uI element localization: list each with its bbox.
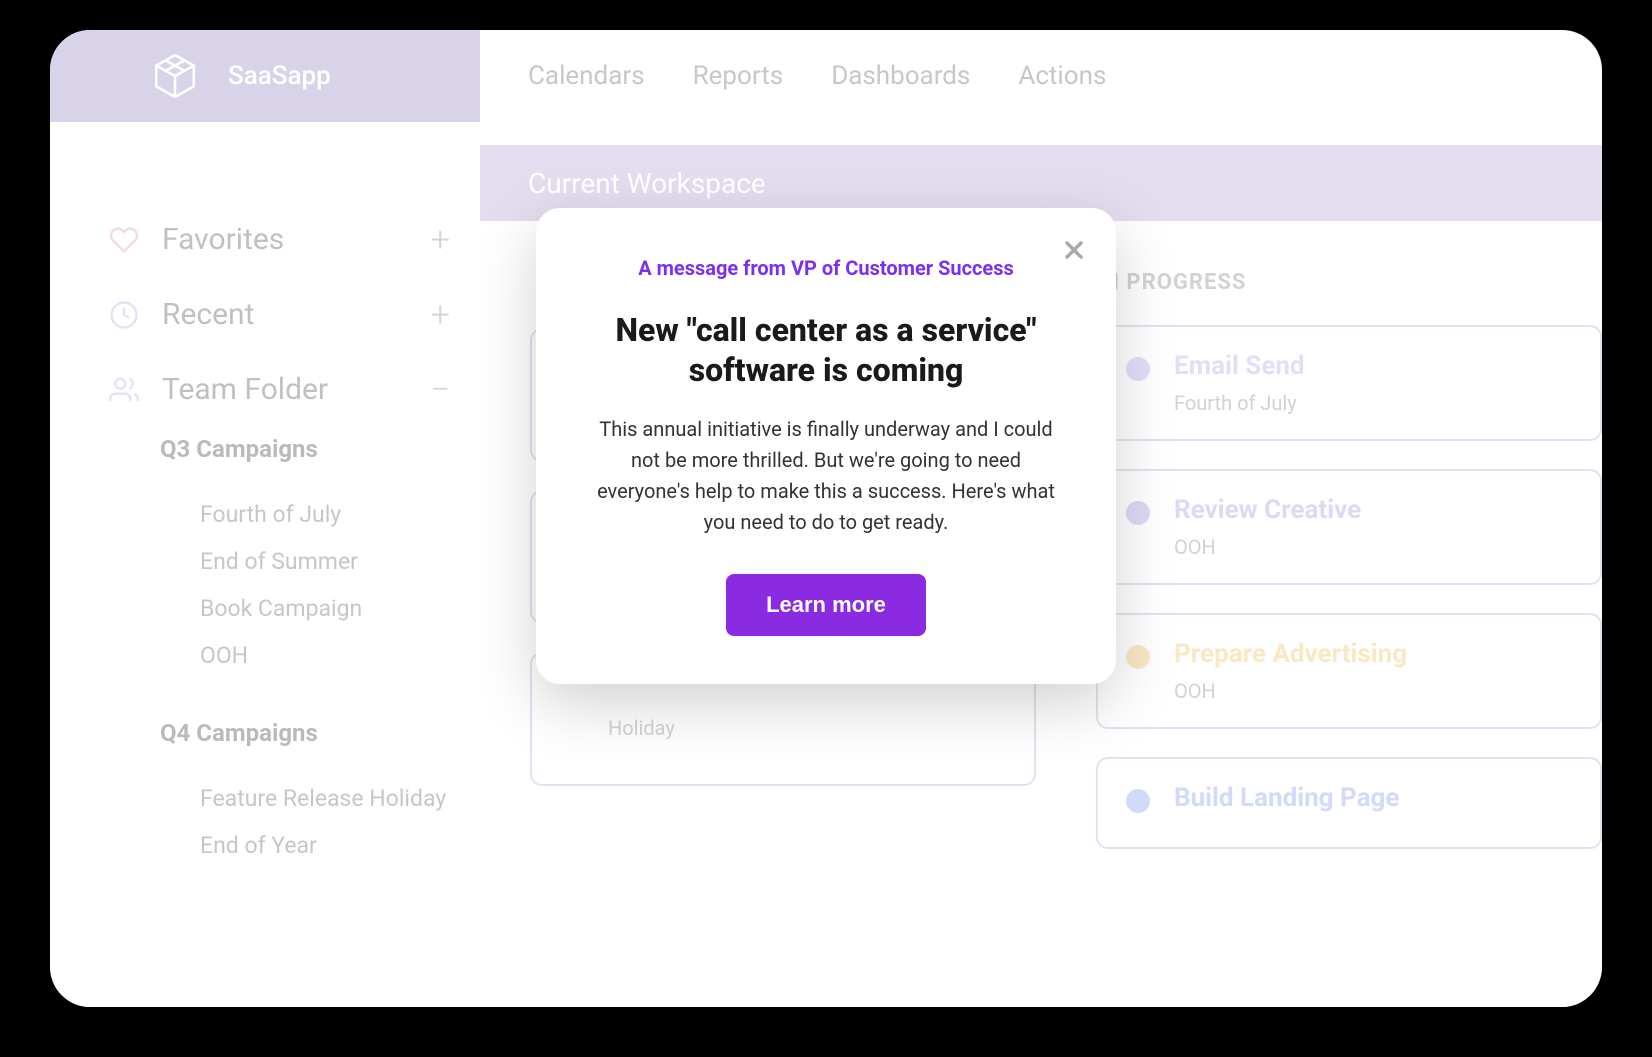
- sidebar-recent[interactable]: Recent +: [108, 297, 450, 332]
- board-card-email-send[interactable]: Email Send Fourth of July: [1096, 325, 1602, 441]
- status-dot-icon: [1126, 501, 1150, 525]
- users-icon: [108, 374, 140, 406]
- sidebar-favorites[interactable]: Favorites +: [108, 222, 450, 257]
- team-collapse-button[interactable]: −: [431, 373, 450, 407]
- card-title: Review Creative: [1174, 495, 1572, 525]
- status-dot-icon: [1126, 789, 1150, 813]
- modal-title: New "call center as a service" software …: [592, 310, 1060, 390]
- app-frame: SaaSapp Calendars Reports Dashboards Act…: [50, 30, 1602, 1007]
- column-in-progress-header: IN PROGRESS: [1096, 270, 1602, 295]
- card-title: Build Landing Page: [1174, 783, 1572, 813]
- status-dot-icon: [1126, 645, 1150, 669]
- sidebar: Favorites + Recent +: [50, 122, 480, 1007]
- cube-logo-icon: [150, 51, 200, 101]
- nav-dashboards[interactable]: Dashboards: [831, 61, 970, 91]
- card-subtitle: OOH: [1174, 535, 1572, 559]
- q4-header[interactable]: Q4 Campaigns: [160, 719, 450, 747]
- card-subtitle: Holiday: [608, 716, 1006, 740]
- team-folder-label: Team Folder: [162, 372, 328, 407]
- card-title: Prepare Advertising: [1174, 639, 1572, 669]
- sidebar-item-feature-release[interactable]: Feature Release Holiday: [160, 775, 450, 822]
- card-subtitle: OOH: [1174, 679, 1572, 703]
- workspace-title: Current Workspace: [528, 167, 766, 200]
- brand-name: SaaSapp: [228, 61, 331, 91]
- board-card-prepare-advertising[interactable]: Prepare Advertising OOH: [1096, 613, 1602, 729]
- recent-add-button[interactable]: +: [431, 298, 450, 332]
- sidebar-item-end-of-year[interactable]: End of Year: [160, 822, 450, 869]
- favorites-label: Favorites: [162, 222, 284, 257]
- heart-icon: [108, 224, 140, 256]
- sidebar-item-ooh[interactable]: OOH: [160, 632, 450, 679]
- modal-body: This annual initiative is finally underw…: [592, 414, 1060, 538]
- clock-icon: [108, 299, 140, 331]
- announcement-modal: A message from VP of Customer Success Ne…: [536, 208, 1116, 684]
- top-nav: Calendars Reports Dashboards Actions: [480, 30, 1602, 122]
- status-dot-icon: [1126, 357, 1150, 381]
- nav-reports[interactable]: Reports: [693, 61, 784, 91]
- board-card-build-landing-page[interactable]: Build Landing Page: [1096, 757, 1602, 849]
- card-subtitle: Fourth of July: [1174, 391, 1572, 415]
- sidebar-q4-group: Q4 Campaigns Feature Release Holiday End…: [108, 719, 450, 869]
- sidebar-q3-group: Q3 Campaigns Fourth of July End of Summe…: [108, 435, 450, 679]
- modal-eyebrow: A message from VP of Customer Success: [592, 256, 1060, 280]
- nav-actions[interactable]: Actions: [1018, 61, 1106, 91]
- learn-more-button[interactable]: Learn more: [726, 574, 926, 636]
- sidebar-item-end-of-summer[interactable]: End of Summer: [160, 538, 450, 585]
- board-card-review-creative[interactable]: Review Creative OOH: [1096, 469, 1602, 585]
- sidebar-item-book-campaign[interactable]: Book Campaign: [160, 585, 450, 632]
- sidebar-item-fourth-of-july[interactable]: Fourth of July: [160, 491, 450, 538]
- favorites-add-button[interactable]: +: [431, 223, 450, 257]
- recent-label: Recent: [162, 297, 254, 332]
- sidebar-team-folder[interactable]: Team Folder −: [108, 372, 450, 407]
- close-icon[interactable]: [1060, 236, 1088, 268]
- q3-header[interactable]: Q3 Campaigns: [160, 435, 450, 463]
- board-column-in-progress: IN PROGRESS Email Send Fourth of July Re…: [1096, 270, 1602, 1007]
- topbar: SaaSapp Calendars Reports Dashboards Act…: [50, 30, 1602, 122]
- brand-block: SaaSapp: [50, 30, 480, 122]
- nav-calendars[interactable]: Calendars: [528, 61, 645, 91]
- card-title: Email Send: [1174, 351, 1572, 381]
